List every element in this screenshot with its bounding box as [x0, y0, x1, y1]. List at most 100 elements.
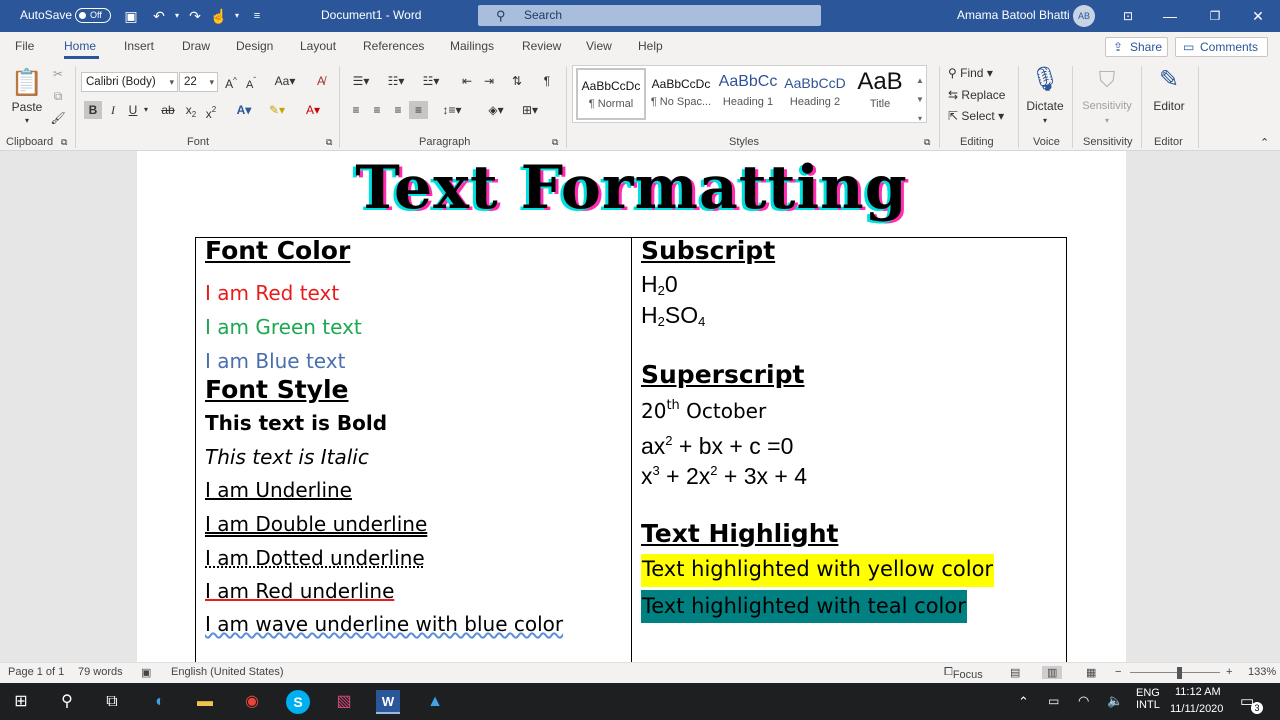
- focus-button[interactable]: ⧠ Focus: [944, 666, 983, 681]
- zoom-in-icon[interactable]: +: [1226, 666, 1232, 678]
- tab-design[interactable]: Design: [236, 39, 273, 53]
- edge-icon[interactable]: ◐: [148, 690, 172, 714]
- wifi-icon[interactable]: ◠: [1078, 693, 1089, 709]
- web-layout-icon[interactable]: ▦: [1086, 666, 1096, 679]
- align-right-icon[interactable]: ≡: [389, 101, 407, 119]
- highlight-color-icon[interactable]: ✎▾: [262, 101, 292, 119]
- strikethrough-button[interactable]: ab: [158, 101, 178, 119]
- more-styles-icon[interactable]: ▾: [918, 114, 922, 123]
- zoom-out-icon[interactable]: −: [1115, 666, 1121, 678]
- increase-indent-icon[interactable]: ⇥: [480, 72, 498, 90]
- sort-icon[interactable]: ⇅: [507, 72, 527, 90]
- grow-font-icon[interactable]: A^: [222, 72, 240, 93]
- minimize-icon[interactable]: —: [1160, 6, 1180, 26]
- chevron-up-icon[interactable]: ▲: [916, 76, 924, 85]
- chevron-down-icon[interactable]: ▼: [916, 95, 924, 104]
- comments-button[interactable]: ▭ Comments: [1175, 37, 1268, 57]
- paragraph-launcher-icon[interactable]: ⧉: [552, 136, 558, 148]
- show-formatting-icon[interactable]: ¶: [538, 72, 556, 90]
- bullets-icon[interactable]: ☰▾: [347, 72, 375, 90]
- editor-icon[interactable]: ✎: [1155, 64, 1183, 96]
- image-app-icon[interactable]: ▧: [332, 690, 356, 714]
- font-launcher-icon[interactable]: ⧉: [326, 136, 332, 148]
- replace-button[interactable]: ⇆ Replace: [948, 86, 1005, 104]
- multilevel-list-icon[interactable]: ☳▾: [416, 72, 446, 90]
- avatar[interactable]: AB: [1073, 5, 1095, 27]
- find-button[interactable]: ⚲ Find ▾: [948, 64, 993, 82]
- tab-mailings[interactable]: Mailings: [450, 39, 494, 53]
- tab-home[interactable]: Home: [64, 39, 96, 53]
- borders-icon[interactable]: ⊞▾: [515, 101, 545, 119]
- dictate-dropdown-icon[interactable]: ▾: [1038, 112, 1052, 130]
- shrink-font-icon[interactable]: Aˇ: [242, 72, 260, 94]
- file-explorer-icon[interactable]: ▬: [193, 690, 217, 714]
- numbering-icon[interactable]: ☷▾: [382, 72, 410, 90]
- style-normal[interactable]: AaBbCcDc ¶ Normal: [576, 68, 646, 120]
- zoom-level[interactable]: 133%: [1248, 666, 1276, 678]
- undo-icon[interactable]: ↶: [150, 7, 168, 25]
- decrease-indent-icon[interactable]: ⇤: [458, 72, 476, 90]
- microphone-icon[interactable]: 🎙: [1030, 64, 1060, 96]
- style-title[interactable]: AaB Title: [845, 68, 915, 120]
- align-center-icon[interactable]: ≡: [368, 101, 386, 119]
- show-hidden-icons-icon[interactable]: ⌃: [1018, 694, 1029, 710]
- task-view-icon[interactable]: ⧉: [100, 690, 124, 714]
- search-icon[interactable]: ⚲: [55, 690, 79, 714]
- word-count[interactable]: 79 words: [78, 666, 123, 678]
- page-count[interactable]: Page 1 of 1: [8, 666, 64, 678]
- tab-insert[interactable]: Insert: [124, 39, 154, 53]
- change-case-icon[interactable]: Aa▾: [270, 72, 300, 90]
- clipboard-launcher-icon[interactable]: ⧉: [61, 136, 67, 148]
- clock-date[interactable]: 11/11/2020: [1170, 703, 1223, 715]
- collapse-ribbon-icon[interactable]: ⌃: [1260, 134, 1269, 152]
- language[interactable]: English (United States): [171, 666, 284, 678]
- touch-mode-icon[interactable]: ☝: [210, 7, 228, 25]
- windows-start-icon[interactable]: ⊞: [9, 690, 33, 714]
- editor-label[interactable]: Editor: [1147, 97, 1191, 115]
- ribbon-display-icon[interactable]: ⊡: [1118, 6, 1138, 26]
- justify-icon[interactable]: ≡: [409, 101, 428, 119]
- line-spacing-icon[interactable]: ↕≡▾: [438, 101, 466, 119]
- autosave-toggle[interactable]: Off: [75, 8, 111, 23]
- subscript-button[interactable]: x2: [182, 101, 200, 124]
- battery-icon[interactable]: ▭: [1048, 694, 1059, 708]
- styles-launcher-icon[interactable]: ⧉: [924, 136, 930, 148]
- formatting-table[interactable]: Font Color I am Red text I am Green text…: [195, 236, 1067, 662]
- font-name-combo[interactable]: Calibri (Body) ▾: [81, 72, 178, 92]
- chrome-icon[interactable]: ◉: [240, 690, 264, 714]
- share-button[interactable]: ⇪ Share: [1105, 37, 1168, 57]
- skype-icon[interactable]: S: [286, 690, 310, 714]
- underline-button[interactable]: U: [124, 101, 142, 119]
- format-painter-icon[interactable]: 🖌: [50, 109, 66, 127]
- style-heading-1[interactable]: AaBbCc Heading 1: [713, 68, 783, 120]
- styles-scroll[interactable]: ▲ ▼ ▾: [913, 71, 927, 129]
- document-page[interactable]: Text Formatting Font Color I am Red text…: [137, 151, 1126, 662]
- style-no-spacing[interactable]: AaBbCcDc ¶ No Spac...: [646, 68, 716, 120]
- customize-qat-icon[interactable]: ≡: [248, 7, 266, 25]
- text-effects-icon[interactable]: A▾: [229, 101, 259, 119]
- tab-help[interactable]: Help: [638, 39, 663, 53]
- proofing-icon[interactable]: ▣: [141, 666, 151, 679]
- align-left-icon[interactable]: ≡: [347, 101, 365, 119]
- read-mode-icon[interactable]: ▤: [1010, 666, 1020, 679]
- tab-view[interactable]: View: [586, 39, 612, 53]
- paste-icon[interactable]: 📋: [10, 66, 44, 98]
- close-icon[interactable]: ✕: [1248, 6, 1268, 26]
- tab-review[interactable]: Review: [522, 39, 561, 53]
- italic-button[interactable]: I: [104, 101, 122, 119]
- clear-formatting-icon[interactable]: A̸: [311, 72, 331, 90]
- document-title[interactable]: Text Formatting: [137, 153, 1126, 223]
- restore-icon[interactable]: ❐: [1205, 6, 1225, 26]
- bold-button[interactable]: B: [84, 101, 102, 119]
- tab-file[interactable]: File: [15, 39, 34, 53]
- style-heading-2[interactable]: AaBbCcD Heading 2: [780, 68, 850, 120]
- photos-icon[interactable]: ▲: [423, 690, 447, 714]
- underline-dropdown-icon[interactable]: ▾: [141, 101, 151, 119]
- shading-icon[interactable]: ◈▾: [481, 101, 511, 119]
- tab-draw[interactable]: Draw: [182, 39, 210, 53]
- select-button[interactable]: ⇱ Select ▾: [948, 107, 1004, 125]
- undo-dropdown-icon[interactable]: ▾: [168, 7, 186, 25]
- tab-references[interactable]: References: [363, 39, 424, 53]
- volume-icon[interactable]: 🔈: [1107, 693, 1123, 709]
- clock-time[interactable]: 11:12 AM: [1175, 686, 1221, 698]
